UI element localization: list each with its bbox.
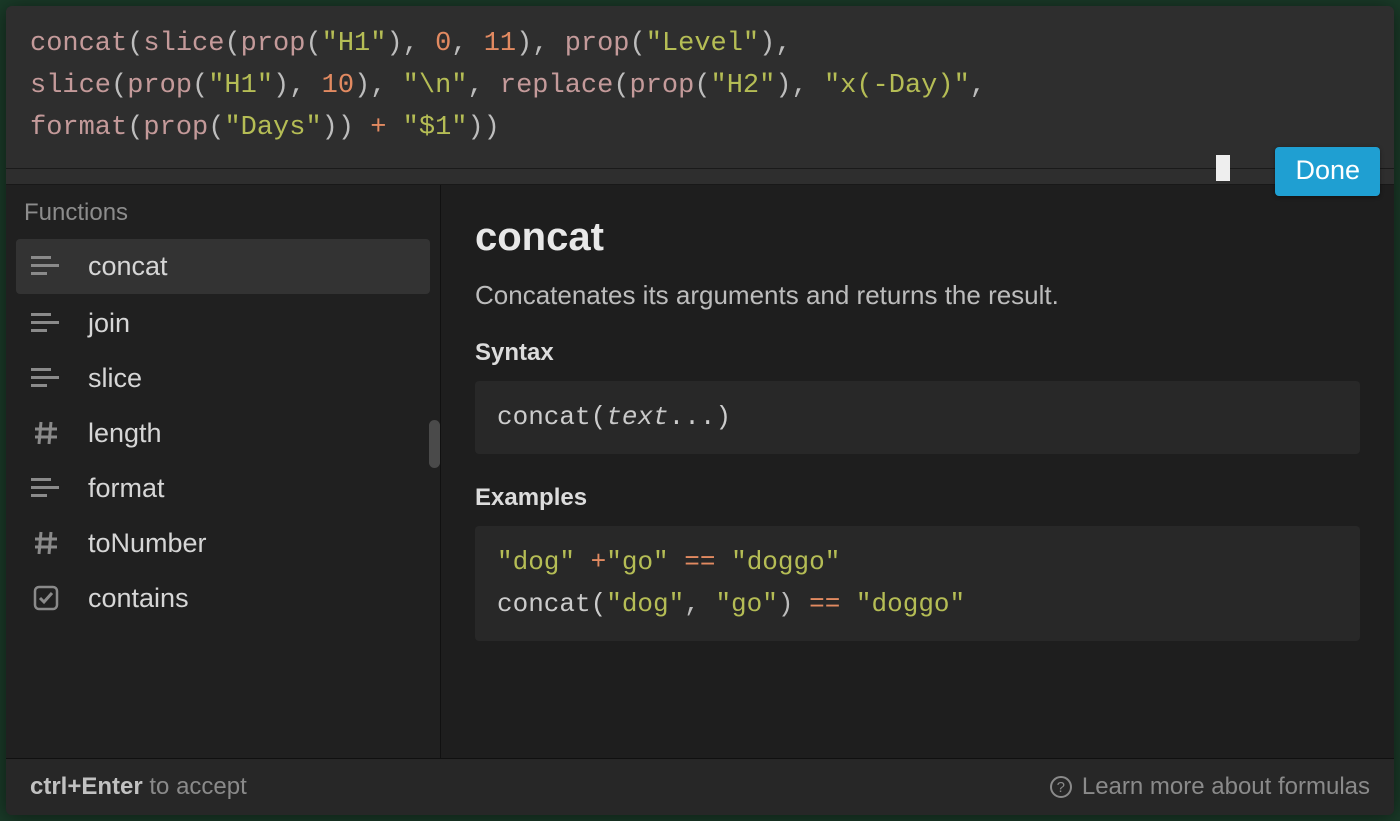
formula-code: concat(slice(prop("H1"), 0, 11), prop("L…	[30, 29, 986, 143]
learn-more-link[interactable]: ? Learn more about formulas	[1050, 773, 1370, 801]
function-item-contains[interactable]: contains	[6, 571, 440, 626]
function-item-label: length	[88, 418, 162, 449]
text-caret	[1216, 155, 1230, 181]
function-item-label: format	[88, 473, 165, 504]
detail-description: Concatenates its arguments and returns t…	[475, 280, 1360, 311]
functions-sidebar: Functions concat join slice length format toN…	[6, 185, 441, 758]
text-icon	[28, 308, 64, 338]
help-icon: ?	[1050, 776, 1072, 798]
separator-strip	[6, 169, 1394, 185]
function-item-label: toNumber	[88, 528, 207, 559]
formula-input[interactable]: concat(slice(prop("H1"), 0, 11), prop("L…	[6, 6, 1394, 169]
function-item-slice[interactable]: slice	[6, 351, 440, 406]
detail-title: concat	[475, 215, 1360, 260]
function-item-toNumber[interactable]: toNumber	[6, 516, 440, 571]
footer-bar: ctrl+Enter to accept ? Learn more about …	[6, 758, 1394, 815]
function-item-format[interactable]: format	[6, 461, 440, 516]
function-item-label: slice	[88, 363, 142, 394]
syntax-label: Syntax	[475, 339, 1360, 367]
text-icon	[28, 363, 64, 393]
scrollbar-thumb[interactable]	[429, 420, 440, 468]
function-item-length[interactable]: length	[6, 406, 440, 461]
hash-icon	[28, 418, 64, 448]
done-button[interactable]: Done	[1275, 147, 1380, 196]
sidebar-header: Functions	[6, 185, 440, 237]
text-icon	[28, 251, 64, 281]
content-area: Functions concat join slice length format toN…	[6, 185, 1394, 758]
function-item-join[interactable]: join	[6, 296, 440, 351]
text-icon	[28, 473, 64, 503]
keyboard-hint: ctrl+Enter to accept	[30, 773, 247, 801]
function-list: concat join slice length format toNumber conta…	[6, 237, 440, 758]
examples-block: "dog" +"go" == "doggo"concat("dog", "go"…	[475, 526, 1360, 641]
function-item-label: contains	[88, 583, 189, 614]
function-item-concat[interactable]: concat	[16, 239, 430, 294]
formula-editor-panel: concat(slice(prop("H1"), 0, 11), prop("L…	[6, 6, 1394, 815]
function-item-label: join	[88, 308, 130, 339]
examples-label: Examples	[475, 484, 1360, 512]
syntax-block: concat(text...)	[475, 381, 1360, 455]
hash-icon	[28, 528, 64, 558]
function-item-label: concat	[88, 251, 168, 282]
check-icon	[28, 583, 64, 613]
function-detail: concat Concatenates its arguments and re…	[441, 185, 1394, 758]
